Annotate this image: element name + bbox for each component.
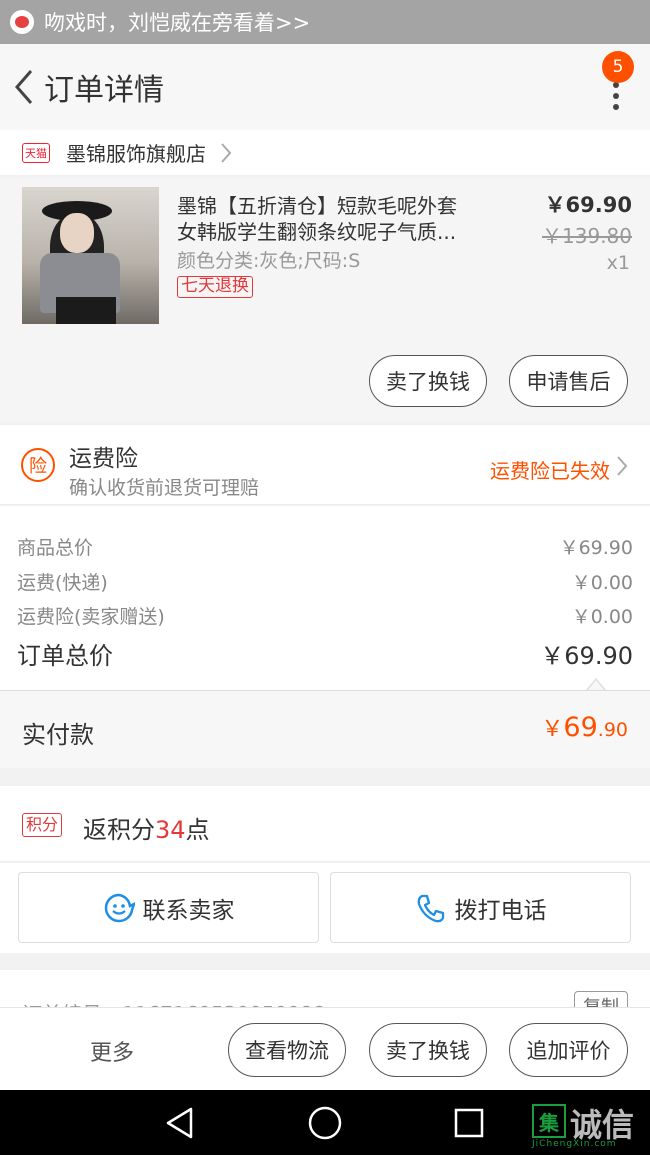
order-total-label: 订单总价 [17, 642, 113, 670]
paid-amount: ￥69.90 [541, 711, 628, 743]
chevron-right-icon [617, 456, 628, 476]
weibo-icon [10, 10, 34, 34]
bottom-action-bar: 更多 查看物流 卖了换钱 追加评价 [0, 1007, 650, 1090]
circle-home-icon [308, 1106, 342, 1140]
after-sale-button[interactable]: 申请售后 [509, 355, 628, 407]
points-prefix: 返积分 [83, 816, 155, 844]
paid-decimal: .90 [597, 719, 628, 741]
insurance-subtitle: 确认收货前退货可理赔 [69, 477, 260, 499]
insurance-icon: 险 [21, 448, 55, 482]
contact-seller-button[interactable]: 联系卖家 [18, 872, 319, 943]
nav-recents-button[interactable] [449, 1103, 489, 1143]
system-nav-bar: 集 诚信 JiChengXin.com [0, 1090, 650, 1155]
paid-amount-row: 实付款 ￥69.90 [0, 690, 650, 768]
insurance-status: 运费险已失效 [490, 459, 610, 483]
currency-symbol: ￥ [541, 717, 564, 742]
call-phone-button[interactable]: 拨打电话 [330, 872, 631, 943]
shop-row[interactable]: 天猫 墨锦服饰旗舰店 [0, 130, 650, 175]
points-tag: 积分 [22, 813, 63, 837]
notification-text: 吻戏时，刘恺威在旁看着>> [44, 11, 311, 35]
shipping-insurance-row[interactable]: 险 运费险 确认收货前退货可理赔 运费险已失效 [0, 425, 650, 505]
summary-row-shipping: 运费(快递) ￥0.00 [17, 568, 633, 595]
service-tag: 七天退换 [177, 276, 253, 298]
dot-icon [613, 93, 619, 99]
message-badge: 5 [602, 51, 634, 83]
square-recents-icon [454, 1108, 484, 1138]
add-review-button[interactable]: 追加评价 [509, 1023, 628, 1077]
nav-back-button[interactable] [160, 1103, 200, 1143]
paid-integer: 69 [563, 712, 598, 743]
triangle-back-icon [166, 1107, 193, 1139]
points-suffix: 点 [185, 816, 210, 844]
more-actions-button[interactable]: 更多 [90, 1035, 134, 1067]
view-logistics-button[interactable]: 查看物流 [228, 1023, 346, 1077]
watermark-logo: 集 诚信 JiChengXin.com [530, 1092, 648, 1152]
resell-button[interactable]: 卖了换钱 [369, 355, 487, 407]
chat-bubble-icon [104, 893, 135, 922]
page-header: 订单详情 5 [0, 44, 650, 130]
product-quantity: x1 [606, 252, 630, 274]
summary-value: ￥0.00 [571, 572, 633, 594]
tmall-logo-icon: 天猫 [22, 142, 50, 163]
product-title-line1: 墨锦【五折清仓】短款毛呢外套 [177, 194, 457, 218]
paid-label: 实付款 [22, 721, 94, 749]
phone-icon [417, 894, 444, 922]
product-title-line2: 女韩版学生翻领条纹呢子气质... [177, 220, 457, 244]
resell-button-bottom[interactable]: 卖了换钱 [369, 1023, 487, 1077]
call-phone-label: 拨打电话 [454, 897, 547, 924]
notification-banner[interactable]: 吻戏时，刘恺威在旁看着>> [0, 0, 650, 44]
summary-row-insurance: 运费险(卖家赠送) ￥0.00 [17, 602, 633, 629]
summary-label: 商品总价 [17, 537, 94, 559]
order-item[interactable]: 墨锦【五折清仓】短款毛呢外套 女韩版学生翻领条纹呢子气质... 颜色分类:灰色;… [0, 178, 650, 421]
summary-value: ￥0.00 [571, 606, 633, 628]
product-price: ￥69.90 [544, 193, 632, 217]
product-sku: 颜色分类:灰色;尺码:S [177, 250, 361, 272]
contact-seller-label: 联系卖家 [142, 897, 235, 924]
dot-icon [613, 104, 619, 110]
watermark-url: JiChengXin.com [532, 1139, 617, 1149]
caret-up-icon [586, 678, 606, 691]
chevron-left-icon [15, 70, 33, 104]
contact-row: 联系卖家 拨打电话 [0, 863, 650, 953]
original-price: ￥139.80 [542, 224, 632, 248]
summary-value: ￥69.90 [559, 537, 633, 559]
points-text: 返积分34点 [83, 810, 210, 845]
insurance-title: 运费险 [69, 446, 138, 472]
back-button[interactable] [2, 44, 46, 130]
order-total-value: ￥69.90 [540, 642, 633, 670]
points-count: 34 [155, 816, 186, 844]
points-row: 积分 返积分34点 [0, 786, 650, 862]
shop-name: 墨锦服饰旗舰店 [66, 142, 206, 166]
chevron-right-icon [221, 142, 232, 163]
watermark-box: 集 [532, 1104, 566, 1138]
product-image[interactable] [22, 187, 159, 324]
price-summary: 商品总价 ￥69.90 运费(快递) ￥0.00 运费险(卖家赠送) ￥0.00… [0, 506, 650, 691]
order-number-row: 订单编号：1167169530059988 复制 [0, 970, 650, 1010]
nav-home-button[interactable] [305, 1103, 345, 1143]
page-title: 订单详情 [44, 73, 164, 108]
summary-row-total: 订单总价 ￥69.90 [17, 636, 633, 671]
summary-label: 运费(快递) [17, 572, 108, 594]
summary-label: 运费险(卖家赠送) [17, 606, 165, 628]
summary-row-goods: 商品总价 ￥69.90 [17, 533, 633, 560]
